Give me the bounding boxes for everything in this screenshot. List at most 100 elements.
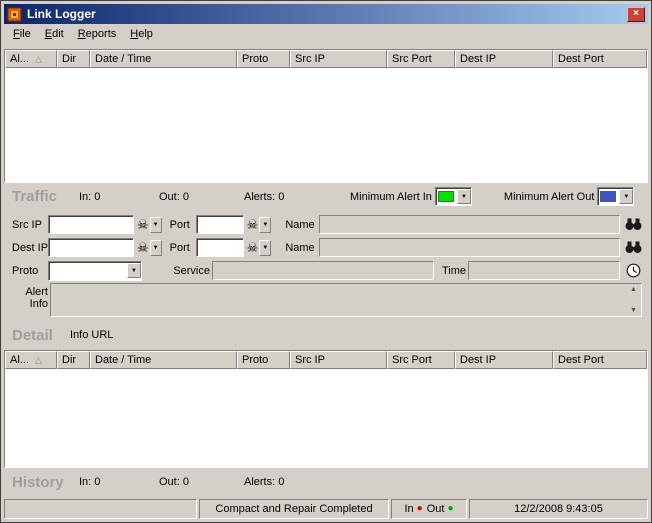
menu-bar: File Edit Reports Help <box>4 24 648 44</box>
out-value: 0 <box>182 476 189 488</box>
column-header-alert[interactable]: Al... △ <box>5 50 57 68</box>
binoculars-icon <box>625 218 641 230</box>
column-header-proto[interactable]: Proto <box>237 351 290 369</box>
out-value: 0 <box>182 190 189 203</box>
column-header-dest-ip[interactable]: Dest IP <box>455 50 553 68</box>
min-alert-in-combo[interactable]: ▼ <box>434 187 472 206</box>
dest-ip-input[interactable] <box>48 238 134 257</box>
window-title: Link Logger <box>27 7 96 21</box>
chevron-down-icon[interactable]: ▼ <box>456 189 471 204</box>
titlebar[interactable]: Link Logger × <box>4 4 648 24</box>
dest-port-blacklist-button[interactable]: ☠ ▼ <box>246 238 272 258</box>
status-timestamp: 12/2/2008 9:43:05 <box>469 499 648 519</box>
column-header-dir[interactable]: Dir <box>57 351 90 369</box>
column-header-label: Al... <box>10 53 29 65</box>
traffic-out-counter: Out: 0 <box>159 191 239 203</box>
column-header-src-ip[interactable]: Src IP <box>290 351 387 369</box>
alerts-label: Alerts: <box>244 476 276 488</box>
time-zone-button[interactable] <box>624 263 642 278</box>
src-ip-blacklist-button[interactable]: ☠ ▼ <box>136 215 162 235</box>
in-value: 0 <box>94 476 101 488</box>
history-alerts-counter: Alerts: 0 <box>244 476 344 488</box>
scroll-down-icon[interactable]: ▼ <box>627 306 640 315</box>
history-table-body[interactable] <box>5 369 647 467</box>
column-header-dest-ip[interactable]: Dest IP <box>455 351 553 369</box>
column-header-dir[interactable]: Dir <box>57 50 90 68</box>
chevron-down-icon[interactable]: ▼ <box>149 216 162 233</box>
alerts-value: 0 <box>278 190 285 203</box>
src-port-label: Port <box>169 218 190 231</box>
column-header-label: Dir <box>62 53 77 65</box>
history-table: Al... △ Dir Date / Time Proto Src IP Src… <box>4 350 648 468</box>
src-lookup-button[interactable] <box>624 218 642 231</box>
chevron-down-icon[interactable]: ▼ <box>259 216 272 233</box>
out-led: ● <box>447 503 454 514</box>
src-port-input[interactable] <box>195 215 244 234</box>
column-header-src-port[interactable]: Src Port <box>387 50 455 68</box>
alert-info-label-line2: Info <box>29 298 48 310</box>
src-ip-input[interactable] <box>48 215 134 234</box>
history-in-counter: In: 0 <box>79 476 152 488</box>
in-led: ● <box>416 503 423 514</box>
menu-item-help[interactable]: Help <box>123 26 160 42</box>
column-header-label: Src Port <box>392 53 432 65</box>
dest-row: Dest IP ☠ ▼ Port ☠ ▼ Name <box>12 237 642 258</box>
out-led-label: Out <box>426 503 445 515</box>
status-bar: Compact and Repair Completed In ● Out ● … <box>4 496 648 519</box>
column-header-alert[interactable]: Al... △ <box>5 351 57 369</box>
traffic-summary: Traffic In: 0 Out: 0 Alerts: 0 Minimum A… <box>4 183 648 210</box>
dest-name-label: Name <box>285 241 315 254</box>
alert-info-scrollbar[interactable]: ▲ ▼ <box>627 285 640 315</box>
column-header-datetime[interactable]: Date / Time <box>90 351 237 369</box>
column-header-label: Proto <box>242 354 269 366</box>
src-port-blacklist-button[interactable]: ☠ ▼ <box>246 215 272 235</box>
detail-section-label: Detail <box>12 326 53 344</box>
menu-item-edit[interactable]: Edit <box>38 26 71 42</box>
dest-ip-label: Dest IP <box>12 241 49 254</box>
src-row: Src IP ☠ ▼ Port ☠ ▼ Name <box>12 214 642 235</box>
column-header-dest-port[interactable]: Dest Port <box>553 50 647 68</box>
min-alert-in-swatch <box>437 191 454 202</box>
column-header-datetime[interactable]: Date / Time <box>90 50 237 68</box>
traffic-in-counter: In: 0 <box>79 191 152 203</box>
service-label: Service <box>173 264 210 277</box>
in-value: 0 <box>94 190 101 203</box>
chevron-down-icon[interactable]: ▼ <box>259 239 272 256</box>
column-header-label: Src Port <box>392 354 432 366</box>
alerts-value: 0 <box>278 476 285 488</box>
chevron-down-icon[interactable]: ▼ <box>619 189 634 204</box>
proto-label: Proto <box>12 264 39 277</box>
close-button[interactable]: × <box>627 6 645 22</box>
column-header-label: Date / Time <box>95 354 152 366</box>
detail-caption: Detail Info URL <box>4 324 648 346</box>
column-header-dest-port[interactable]: Dest Port <box>553 351 647 369</box>
history-summary: History In: 0 Out: 0 Alerts: 0 <box>4 468 648 496</box>
chevron-down-icon[interactable]: ▼ <box>149 239 162 256</box>
time-field <box>468 261 620 280</box>
column-header-label: Dest Port <box>558 354 604 366</box>
clock-icon <box>626 263 640 278</box>
skull-icon: ☠ <box>246 239 259 255</box>
column-header-proto[interactable]: Proto <box>237 50 290 68</box>
column-header-src-port[interactable]: Src Port <box>387 351 455 369</box>
chevron-down-icon[interactable]: ▼ <box>127 263 141 278</box>
menu-item-file[interactable]: File <box>6 26 38 42</box>
min-alert-out-label: Minimum Alert Out <box>503 190 595 203</box>
scroll-up-icon[interactable]: ▲ <box>627 285 640 294</box>
dest-port-input[interactable] <box>195 238 244 257</box>
skull-icon: ☠ <box>246 216 259 232</box>
close-icon: × <box>633 8 639 19</box>
menu-item-reports[interactable]: Reports <box>71 26 124 42</box>
dest-lookup-button[interactable] <box>624 241 642 254</box>
binoculars-icon <box>625 241 641 253</box>
column-header-label: Dest Port <box>558 53 604 65</box>
status-panel-empty <box>4 499 197 519</box>
column-header-label: Dir <box>62 354 77 366</box>
dest-ip-blacklist-button[interactable]: ☠ ▼ <box>136 238 162 258</box>
traffic-table-body[interactable] <box>5 68 647 182</box>
proto-combo[interactable]: ▼ <box>48 260 142 281</box>
column-header-src-ip[interactable]: Src IP <box>290 50 387 68</box>
column-header-label: Src IP <box>295 53 325 65</box>
traffic-table-header: Al... △ Dir Date / Time Proto Src IP Src… <box>5 50 647 68</box>
min-alert-out-combo[interactable]: ▼ <box>597 187 635 206</box>
